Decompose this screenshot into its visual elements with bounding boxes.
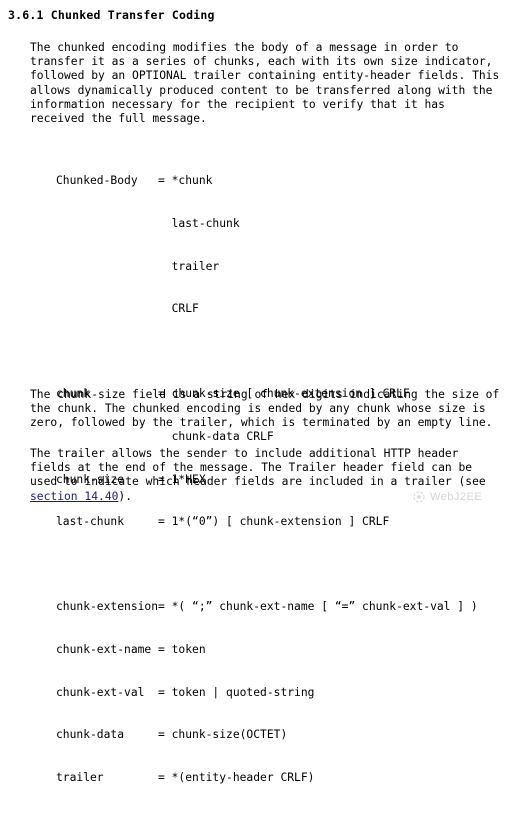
section-14-40-link[interactable]: section 14.40 — [30, 490, 118, 503]
grammar-line: last-chunk — [56, 217, 240, 230]
grammar-spacer — [56, 558, 478, 572]
paragraph-trailer-text-after-link: ). — [118, 489, 133, 503]
grammar-line: CRLF — [56, 302, 199, 316]
grammar-line: trailer = *(entity-header CRLF) — [56, 770, 315, 784]
paragraph-trailer: The trailer allows the sender to include… — [30, 447, 486, 504]
grammar-line: chunk-extension= *( “;” chunk-ext-name [… — [56, 600, 478, 614]
grammar-line: last-chunk = 1*(“0”) [ chunk-extension ]… — [56, 515, 390, 529]
grammar-line: chunk-ext-val = token | quoted-string — [56, 685, 315, 699]
document-page: 3.6.1 Chunked Transfer Coding The chunke… — [0, 0, 515, 784]
grammar-line: chunk-data = chunk-size(OCTET) — [56, 728, 288, 742]
page-title: 3.6.1 Chunked Transfer Coding — [8, 8, 215, 22]
grammar-line: Chunked-Body = *chunk — [56, 174, 213, 188]
paragraph-trailer-text-before-link: The trailer allows the sender to include… — [30, 447, 486, 489]
paragraph-intro: The chunked encoding modifies the body o… — [30, 41, 500, 126]
grammar-line: chunk-data CRLF — [56, 429, 274, 443]
grammar-spacer — [56, 345, 478, 359]
grammar-line: chunk-ext-name = token — [56, 642, 206, 656]
paragraph-chunk-size: The chunk-size field is a string of hex … — [30, 388, 500, 430]
grammar-line: trailer — [56, 259, 220, 273]
